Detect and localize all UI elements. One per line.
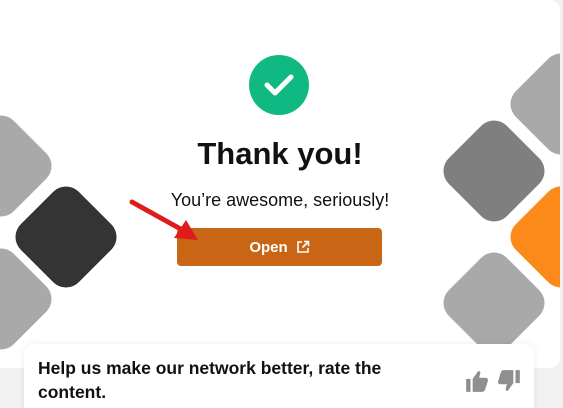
thumbs-down-icon[interactable] [496,368,522,394]
check-icon [264,74,294,96]
thumbs-up-icon[interactable] [464,368,490,394]
annotation-arrow-icon [129,199,198,240]
open-button-label: Open [249,238,288,256]
success-icon [249,55,309,115]
feedback-prompt: Help us make our network better, rate th… [38,358,382,402]
thank-you-card: Thank you! You’re awesome, seriously! Op… [0,0,560,368]
page-title: Thank you! [197,136,363,171]
feedback-panel: Help us make our network better, rate th… [24,344,534,408]
subtitle: You’re awesome, seriously! [170,190,390,210]
external-link-icon [296,240,309,253]
page-background: Thank you! You’re awesome, seriously! Op… [0,0,563,408]
